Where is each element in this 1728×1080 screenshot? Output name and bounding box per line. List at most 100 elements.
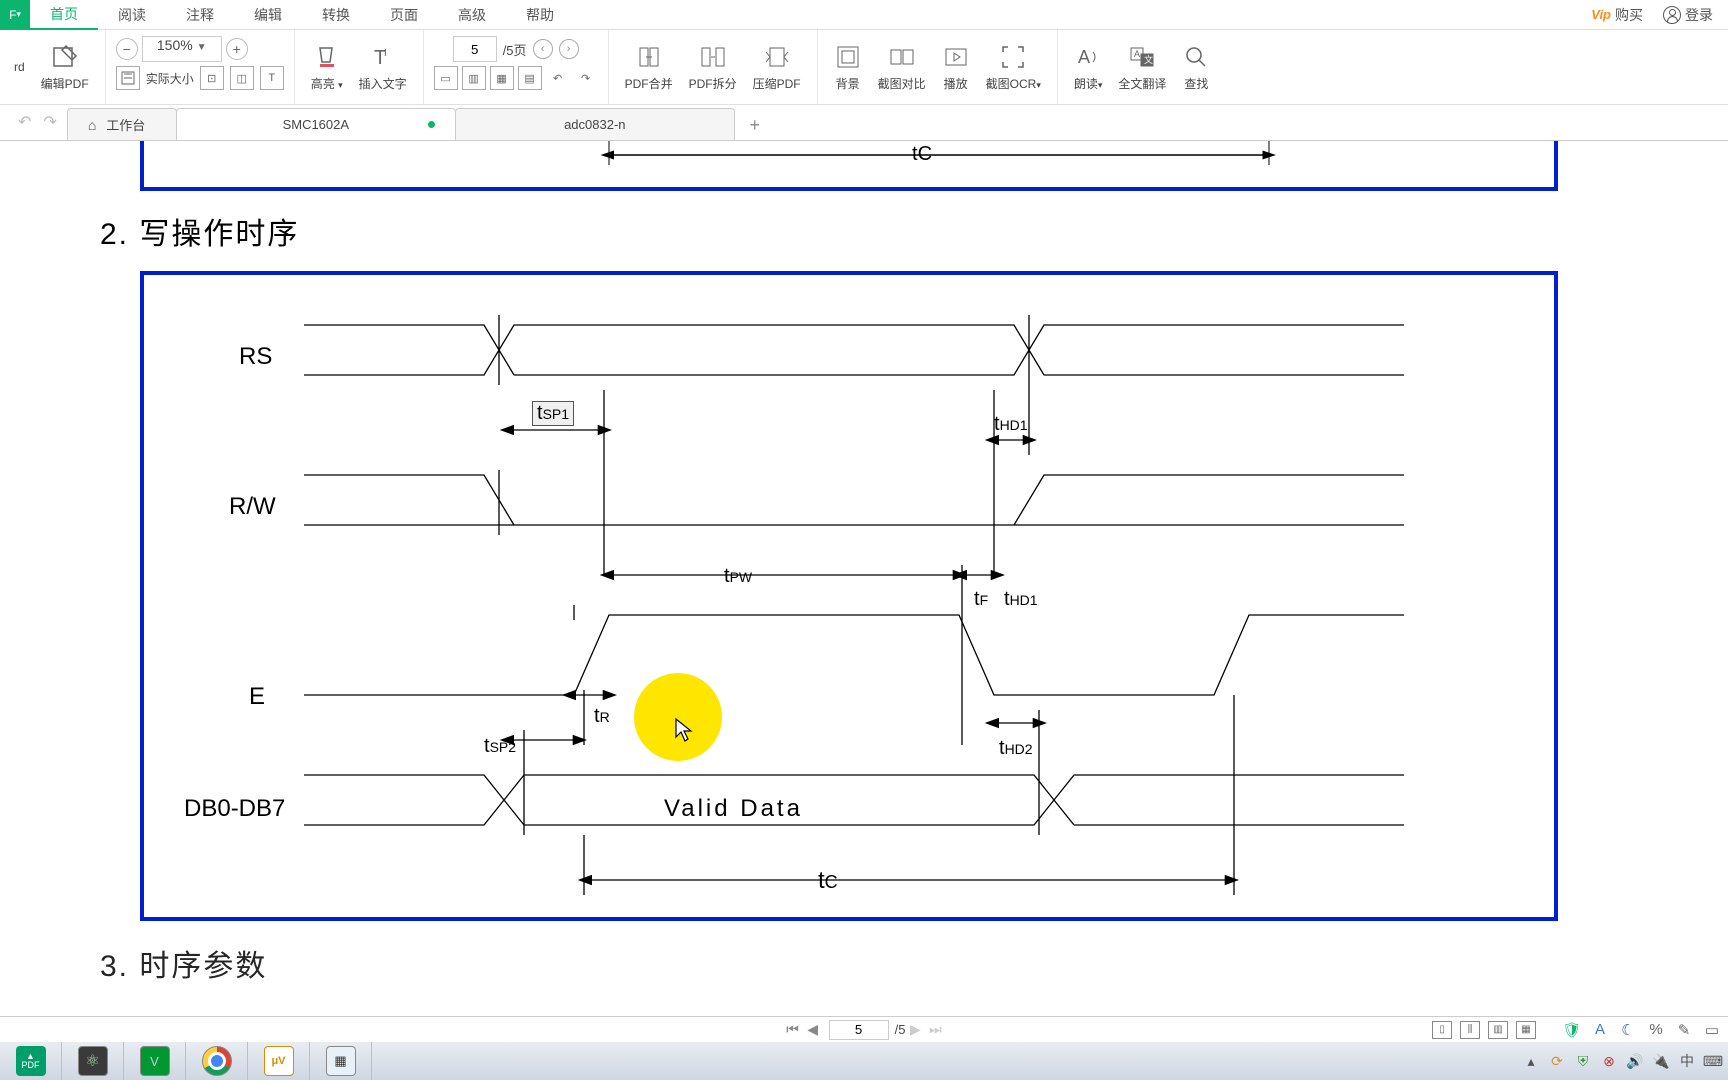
svg-text:A: A (1078, 47, 1090, 67)
font-a-icon[interactable]: A (1590, 1021, 1610, 1039)
tab-doc-2-label: adc0832-n (564, 117, 625, 132)
background-button[interactable]: 背景 (826, 30, 870, 104)
last-page-button[interactable]: ⏭ (925, 1021, 945, 1038)
next-section-heading: 3. 时序参数 (100, 941, 1698, 985)
edit-pdf-label: 编辑PDF (41, 75, 89, 92)
find-label: 查找 (1184, 75, 1208, 92)
page-input[interactable] (453, 36, 497, 62)
menu-help[interactable]: 帮助 (506, 0, 574, 30)
split-icon (699, 43, 727, 71)
pdf-compress-button[interactable]: 压缩PDF (745, 30, 809, 104)
tray-up-icon[interactable]: ▴ (1522, 1052, 1540, 1070)
drag-icon[interactable]: ▭ (1702, 1021, 1722, 1039)
insert-text-label: 插入文字 (359, 75, 407, 92)
find-button[interactable]: 查找 (1174, 30, 1218, 104)
layout-2-icon[interactable]: ▥ (462, 66, 486, 90)
new-tab-button[interactable]: + (740, 110, 770, 140)
play-label: 播放 (944, 75, 968, 92)
first-page-button[interactable]: ⏮ (783, 1021, 803, 1038)
tray-volume-icon[interactable]: 🔊 (1626, 1052, 1644, 1070)
status-page-total: /5 (895, 1022, 906, 1037)
fit-page-icon[interactable] (116, 66, 140, 90)
tray-sync-icon[interactable]: ⟳ (1548, 1052, 1566, 1070)
highlight-button[interactable]: 高亮 ▾ (303, 30, 351, 104)
zoom-in-button[interactable]: + (226, 38, 248, 60)
menu-home[interactable]: 首页 (30, 0, 98, 30)
view-cont-icon[interactable]: ⫼ (1460, 1021, 1480, 1039)
menu-convert[interactable]: 转换 (302, 0, 370, 30)
insert-text-button[interactable]: TI 插入文字 (351, 30, 415, 104)
ocr-label: 截图OCR▾ (986, 75, 1041, 92)
task-vim[interactable]: V (124, 1042, 186, 1080)
redo-button[interactable]: ↷ (43, 112, 56, 132)
merge-label: PDF合并 (625, 75, 673, 92)
translate-button[interactable]: A文 全文翻译 (1110, 30, 1174, 104)
read-icon: A (1074, 43, 1102, 71)
hand-icon[interactable]: ✎ (1674, 1021, 1694, 1039)
task-chrome[interactable] (186, 1042, 248, 1080)
page-total-label: /5页 (503, 40, 527, 59)
compare-label: 截图对比 (878, 75, 926, 92)
view-grid-icon[interactable]: ▦ (1516, 1021, 1536, 1039)
protect-icon[interactable]: 🛡 (1562, 1021, 1582, 1039)
split-label: PDF拆分 (689, 75, 737, 92)
ocr-button[interactable]: 截图OCR▾ (978, 30, 1049, 104)
tab-home[interactable]: ⌂ 工作台 (67, 108, 177, 140)
tray-shield-icon[interactable]: ⛨ (1574, 1052, 1592, 1070)
page-prev-button[interactable]: ‹ (533, 39, 553, 59)
play-button[interactable]: 播放 (934, 30, 978, 104)
svg-text:文: 文 (1144, 54, 1153, 65)
calc-icon: ▦ (326, 1046, 356, 1076)
pdf-merge-button[interactable]: PDF合并 (617, 30, 681, 104)
view-mode-1-icon[interactable]: ⊡ (200, 66, 224, 90)
highlight-icon (313, 43, 341, 71)
buy-link[interactable]: 购买 (1615, 5, 1643, 25)
screenshot-compare-button[interactable]: 截图对比 (870, 30, 934, 104)
view-mode-3-icon[interactable]: T (260, 66, 284, 90)
layout-3-icon[interactable]: ▦ (490, 66, 514, 90)
undo-icon[interactable]: ↶ (546, 66, 570, 90)
menu-advanced[interactable]: 高级 (438, 0, 506, 30)
menu-bar: F▾ 首页 阅读 注释 编辑 转换 页面 高级 帮助 Vip 购买 登录 (0, 0, 1728, 30)
menu-annotate[interactable]: 注释 (166, 0, 234, 30)
layout-1-icon[interactable]: ▭ (434, 66, 458, 90)
left-truncated: rd (14, 30, 33, 104)
menu-read[interactable]: 阅读 (98, 0, 166, 30)
compress-icon (763, 43, 791, 71)
next-page-button[interactable]: ▶ (905, 1021, 925, 1038)
page-next-button[interactable]: › (559, 39, 579, 59)
zoom-out-button[interactable]: − (116, 38, 138, 60)
task-pdf[interactable]: ▲PDF (0, 1042, 62, 1080)
layout-4-icon[interactable]: ▤ (518, 66, 542, 90)
pdf-split-button[interactable]: PDF拆分 (681, 30, 745, 104)
edit-pdf-button[interactable]: 编辑PDF (33, 30, 97, 104)
status-page-input[interactable] (829, 1020, 889, 1040)
task-atom[interactable]: ⚛ (62, 1042, 124, 1080)
redo-icon[interactable]: ↷ (574, 66, 598, 90)
app-icon[interactable]: F▾ (0, 0, 30, 30)
tray-ime-icon[interactable]: 中 (1678, 1052, 1696, 1070)
document-viewport[interactable]: ttCC 2. 写操作时序 RS R/W E DB0-DB7 tSP1 tHD1… (0, 141, 1728, 1020)
view-two-icon[interactable]: ▥ (1488, 1021, 1508, 1039)
tab-doc-1[interactable]: SMC1602A (176, 108, 456, 140)
prev-page-button[interactable]: ◀ (803, 1021, 823, 1038)
pct-icon[interactable]: % (1646, 1021, 1666, 1039)
tab-doc-2[interactable]: adc0832-n (455, 108, 735, 140)
task-labview[interactable]: μV (248, 1042, 310, 1080)
tray-keyboard-icon[interactable]: ⌨ (1704, 1052, 1722, 1070)
view-single-icon[interactable]: ▯ (1432, 1021, 1452, 1039)
translate-icon: A文 (1128, 43, 1156, 71)
moon-icon[interactable]: ☾ (1618, 1021, 1638, 1039)
read-aloud-button[interactable]: A 朗读▾ (1066, 30, 1111, 104)
tray-power-icon[interactable]: 🔌 (1652, 1052, 1670, 1070)
undo-button[interactable]: ↶ (18, 112, 31, 132)
menu-edit[interactable]: 编辑 (234, 0, 302, 30)
view-mode-2-icon[interactable]: ◫ (230, 66, 254, 90)
zoom-input[interactable]: 150% ▼ (142, 36, 222, 62)
tray-close-icon[interactable]: ⊗ (1600, 1052, 1618, 1070)
task-calc[interactable]: ▦ (310, 1042, 372, 1080)
play-icon (942, 43, 970, 71)
login-button[interactable]: 登录 (1663, 5, 1713, 25)
menu-page[interactable]: 页面 (370, 0, 438, 30)
actual-size-label[interactable]: 实际大小 (146, 70, 194, 87)
